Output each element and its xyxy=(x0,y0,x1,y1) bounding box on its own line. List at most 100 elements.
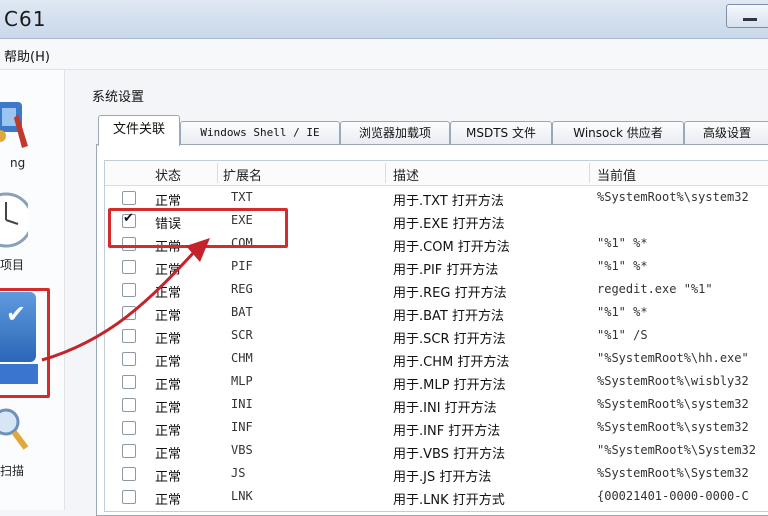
tab-file-association[interactable]: 文件关联 xyxy=(98,115,180,146)
table-row[interactable]: 正常 MLP 用于.MLP 打开方法 %SystemRoot%\wisbly32 xyxy=(105,371,768,394)
row-extension: INI xyxy=(231,397,253,411)
row-current-value: {00021401-0000-0000-C xyxy=(597,489,749,503)
sidebar-item-label: 扫描 xyxy=(0,464,25,478)
column-extension[interactable]: 扩展名 xyxy=(223,165,262,184)
row-extension: REG xyxy=(231,282,253,296)
row-extension: BAT xyxy=(231,305,253,319)
row-description: 用于.EXE 打开方法 xyxy=(393,217,505,232)
row-extension: SCR xyxy=(231,328,253,342)
row-current-value: regedit.exe "%1" xyxy=(597,282,713,296)
row-status: 正常 xyxy=(155,447,182,462)
row-extension: VBS xyxy=(231,443,253,457)
row-status: 正常 xyxy=(155,286,182,301)
error-row-highlight xyxy=(108,208,288,248)
row-checkbox[interactable] xyxy=(122,283,136,297)
sidebar-highlight-frame xyxy=(0,288,50,398)
row-status: 正常 xyxy=(155,309,182,324)
row-status: 正常 xyxy=(155,424,182,439)
row-description: 用于.MLP 打开方法 xyxy=(393,378,506,393)
row-current-value: "%1" %* xyxy=(597,259,648,273)
tab-advanced-settings[interactable]: 高级设置 xyxy=(684,121,768,144)
row-status: 正常 xyxy=(155,263,182,278)
row-extension: INF xyxy=(231,420,253,434)
row-checkbox[interactable] xyxy=(122,260,136,274)
table-row[interactable]: 正常 PIF 用于.PIF 打开方法 "%1" %* xyxy=(105,256,768,279)
row-description: 用于.VBS 打开方法 xyxy=(393,447,506,462)
row-checkbox[interactable] xyxy=(122,398,136,412)
row-description: 用于.COM 打开方法 xyxy=(393,240,510,255)
row-status: 正常 xyxy=(155,493,182,508)
row-checkbox[interactable] xyxy=(122,375,136,389)
row-checkbox[interactable] xyxy=(122,421,136,435)
table-row[interactable]: 正常 REG 用于.REG 打开方法 regedit.exe "%1" xyxy=(105,279,768,302)
row-description: 用于.JS 打开方法 xyxy=(393,470,492,485)
tab-browser-addons[interactable]: 浏览器加载项 xyxy=(340,121,450,144)
sidebar-item-scan[interactable]: 扫描 xyxy=(0,400,60,500)
row-current-value: %SystemRoot%\system32 xyxy=(597,190,749,204)
row-checkbox[interactable] xyxy=(122,444,136,458)
list-header: 状态 扩展名 描述 当前值 xyxy=(105,161,768,186)
row-description: 用于.BAT 打开方法 xyxy=(393,309,505,324)
row-extension: MLP xyxy=(231,374,253,388)
row-current-value: %SystemRoot%\wisbly32 xyxy=(597,374,749,388)
title-bar: C61 xyxy=(0,0,768,39)
row-status: 正常 xyxy=(155,332,182,347)
sidebar-item-label: 项目 xyxy=(0,258,25,272)
row-status: 正常 xyxy=(155,378,182,393)
column-status[interactable]: 状态 xyxy=(155,165,181,184)
group-title: 系统设置 xyxy=(92,90,145,105)
row-status: 正常 xyxy=(155,194,182,209)
window-title: C61 xyxy=(4,7,47,31)
tab-windows-shell[interactable]: Windows Shell / IE xyxy=(180,121,340,144)
table-row[interactable]: 正常 JS 用于.JS 打开方法 %SystemRoot%\System32 xyxy=(105,463,768,486)
row-checkbox[interactable] xyxy=(122,191,136,205)
row-extension: CHM xyxy=(231,351,253,365)
sidebar-item-project[interactable]: 项目 xyxy=(0,186,60,276)
row-extension: PIF xyxy=(231,259,253,273)
tab-msdts-files[interactable]: MSDTS 文件 xyxy=(450,121,552,144)
tab-winsock-providers[interactable]: Winsock 供应者 xyxy=(552,121,684,144)
row-extension: TXT xyxy=(231,190,253,204)
row-description: 用于.CHM 打开方法 xyxy=(393,355,510,370)
row-description: 用于.SCR 打开方法 xyxy=(393,332,506,347)
row-current-value: "%1" /S xyxy=(597,328,648,342)
table-row[interactable]: 正常 TXT 用于.TXT 打开方法 %SystemRoot%\system32 xyxy=(105,187,768,210)
sidebar-item-tools[interactable]: ng xyxy=(0,88,60,178)
table-row[interactable]: 正常 CHM 用于.CHM 打开方法 "%SystemRoot%\hh.exe" xyxy=(105,348,768,371)
menu-bar: 帮助(H) xyxy=(0,39,768,70)
row-description: 用于.TXT 打开方法 xyxy=(393,194,504,209)
column-description[interactable]: 描述 xyxy=(393,165,419,184)
row-current-value: "%SystemRoot%\hh.exe" xyxy=(597,351,749,365)
column-current-value[interactable]: 当前值 xyxy=(597,165,636,184)
row-current-value: "%1" %* xyxy=(597,305,648,319)
table-row[interactable]: 正常 INI 用于.INI 打开方法 %SystemRoot%\system32 xyxy=(105,394,768,417)
row-current-value: %SystemRoot%\System32 xyxy=(597,466,749,480)
row-checkbox[interactable] xyxy=(122,329,136,343)
minimize-icon xyxy=(743,18,757,21)
row-description: 用于.LNK 打开方式 xyxy=(393,493,505,508)
tools-icon xyxy=(0,102,28,148)
row-checkbox[interactable] xyxy=(122,490,136,504)
table-row[interactable]: 正常 BAT 用于.BAT 打开方法 "%1" %* xyxy=(105,302,768,325)
row-status: 正常 xyxy=(155,401,182,416)
row-description: 用于.PIF 打开方法 xyxy=(393,263,499,278)
table-row[interactable]: 正常 INF 用于.INF 打开方法 %SystemRoot%\system32 xyxy=(105,417,768,440)
row-extension: JS xyxy=(231,466,246,480)
row-status: 正常 xyxy=(155,470,182,485)
row-description: 用于.INI 打开方法 xyxy=(393,401,497,416)
clock-icon xyxy=(0,192,28,248)
row-extension: LNK xyxy=(231,489,253,503)
row-checkbox[interactable] xyxy=(122,306,136,320)
minimize-button[interactable] xyxy=(726,4,768,28)
menu-help[interactable]: 帮助(H) xyxy=(4,46,50,65)
table-row[interactable]: 正常 VBS 用于.VBS 打开方法 "%SystemRoot%\System32 xyxy=(105,440,768,463)
row-checkbox[interactable] xyxy=(122,467,136,481)
row-description: 用于.INF 打开方法 xyxy=(393,424,501,439)
row-checkbox[interactable] xyxy=(122,352,136,366)
table-row[interactable]: 正常 SCR 用于.SCR 打开方法 "%1" /S xyxy=(105,325,768,348)
table-row[interactable]: 正常 LNK 用于.LNK 打开方式 {00021401-0000-0000-C xyxy=(105,486,768,509)
row-current-value: %SystemRoot%\system32 xyxy=(597,397,749,411)
row-current-value: "%SystemRoot%\System32 xyxy=(597,443,756,457)
row-current-value: "%1" %* xyxy=(597,236,648,250)
row-current-value: %SystemRoot%\system32 xyxy=(597,420,749,434)
